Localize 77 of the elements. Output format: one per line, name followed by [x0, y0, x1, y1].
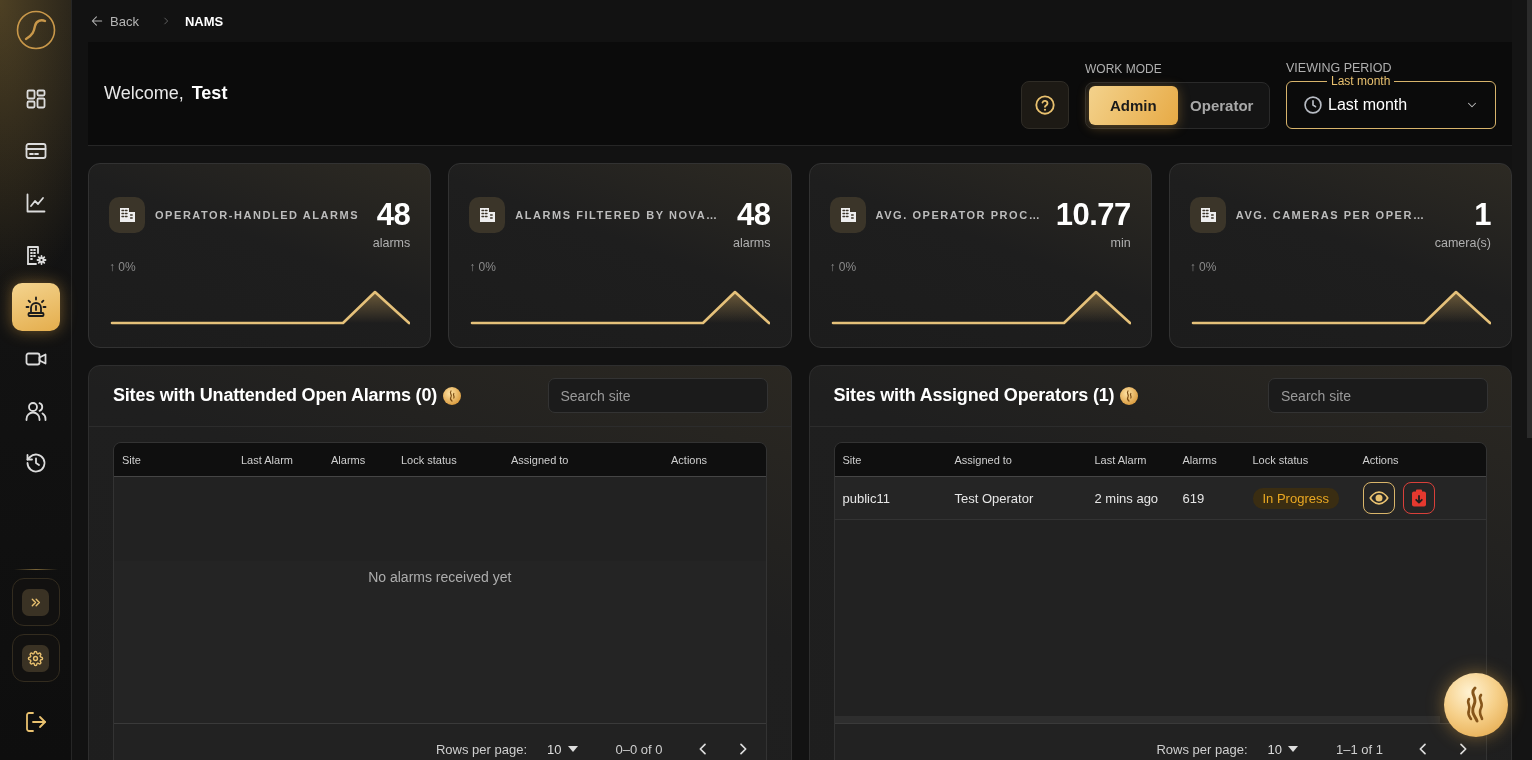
rows-per-page-label: Rows per page:: [435, 741, 528, 757]
period-select[interactable]: Last month Last month: [1286, 74, 1496, 129]
sidebar-item[interactable]: [11, 283, 60, 331]
building-icon: [1189, 197, 1226, 233]
column-header: Actions: [670, 453, 709, 466]
column-header: Site: [841, 453, 863, 466]
stat-unit: camera(s): [1434, 236, 1491, 250]
page-range: 1–1 of 1: [1336, 741, 1383, 757]
flame-icon: [1120, 386, 1139, 405]
status-chip: In Progress: [1252, 487, 1339, 509]
eye-icon: [1368, 488, 1389, 508]
stat-title: AVG. OPERATOR PROC…: [875, 209, 1042, 221]
table-cell-text: Test Operator: [953, 490, 1035, 506]
stat-value: 48: [737, 197, 771, 233]
column-header: Alarms: [330, 453, 367, 466]
logout-button[interactable]: [23, 710, 48, 734]
help-button[interactable]: [1021, 81, 1069, 129]
mode-option[interactable]: Operator: [1177, 86, 1266, 125]
field-label: WORK MODE: [1085, 61, 1163, 77]
stat-title: ALARMS FILTERED BY NOVA…: [515, 209, 719, 221]
stat-unit: min: [1110, 236, 1131, 250]
column-header: Assigned to: [953, 453, 1013, 466]
stat-value: 48: [376, 197, 411, 233]
column-header: Lock status: [1251, 453, 1310, 466]
column-header: Last Alarm: [240, 453, 294, 466]
logo-icon: [15, 10, 56, 50]
panel-title: Sites with Assigned Operators (1): [833, 385, 1115, 406]
settings-icon: [22, 644, 49, 672]
column-header: Lock status: [400, 453, 458, 466]
column-header: Site: [121, 453, 142, 466]
column-header: Alarms: [1181, 453, 1218, 466]
stat-title: AVG. CAMERAS PER OPER…: [1235, 209, 1426, 221]
rows-per-page-select[interactable]: 10: [1267, 741, 1298, 757]
stat-change: ↑ 0%: [829, 260, 857, 274]
users-icon: [23, 399, 48, 423]
stat-change: ↑ 0%: [469, 260, 496, 274]
double-chevron-icon: [22, 588, 49, 616]
clock-icon: [1303, 95, 1323, 115]
building-icon: [109, 197, 145, 233]
building-icon: [469, 197, 506, 233]
stat-change: ↑ 0%: [109, 260, 136, 274]
back-link[interactable]: Back: [90, 13, 139, 29]
rows-per-page-select[interactable]: 10: [547, 741, 578, 757]
page-range: 0–0 of 0: [615, 741, 663, 757]
view-button[interactable]: [1362, 482, 1395, 514]
caret-down-icon: [1288, 746, 1298, 752]
settings-button[interactable]: [11, 634, 60, 682]
table-cell-text: 2 mins ago: [1093, 490, 1160, 506]
clipboard-button[interactable]: [1402, 482, 1435, 514]
stat-title: OPERATOR-HANDLED ALARMS: [155, 209, 360, 221]
arrow-left-icon: [90, 14, 104, 28]
stat-unit: alarms: [733, 236, 771, 250]
building-icon: [829, 197, 866, 233]
panel-title: Sites with Unattended Open Alarms (0): [113, 385, 437, 406]
breadcrumb-current: NAMS: [184, 13, 224, 29]
search-field[interactable]: Search site: [1268, 378, 1488, 413]
stat-unit: alarms: [372, 236, 411, 250]
rows-per-page-label: Rows per page:: [1156, 741, 1248, 757]
stat-change: ↑ 0%: [1189, 260, 1217, 274]
search-field[interactable]: Search site: [547, 378, 768, 413]
table-cell-text: public11: [841, 490, 891, 506]
flame-icon: [443, 386, 461, 405]
column-header: Actions: [1361, 453, 1400, 466]
mode-option[interactable]: Admin: [1089, 86, 1178, 125]
field-label: VIEWING PERIOD: [1286, 60, 1393, 76]
clipboard-icon: [1410, 489, 1427, 507]
horizontal-scrollbar[interactable]: [834, 716, 1440, 723]
caret-down-icon: [567, 746, 578, 752]
siren-icon: [23, 295, 48, 319]
help-icon: [1034, 94, 1056, 116]
welcome-text: Welcome, Test: [104, 83, 228, 104]
column-header: Last Alarm: [1093, 453, 1148, 466]
column-header: Assigned to: [510, 453, 570, 466]
stat-value: 10.77: [1055, 197, 1131, 233]
table-cell-text: 619: [1181, 490, 1206, 506]
stat-value: 1: [1474, 197, 1491, 233]
logout-icon: [23, 710, 48, 734]
